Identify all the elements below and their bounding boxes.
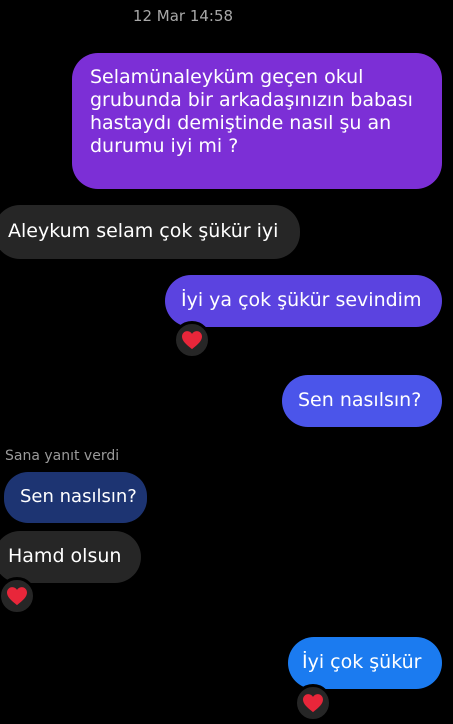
outgoing-message[interactable]: Sen nasılsın?	[282, 375, 442, 427]
heart-reaction[interactable]	[294, 684, 332, 722]
outgoing-message[interactable]: İyi ya çok şükür sevindim	[165, 275, 442, 327]
heart-reaction[interactable]	[173, 321, 211, 359]
quoted-message[interactable]: Sen nasılsın?	[4, 472, 147, 523]
red-heart-icon	[303, 694, 323, 713]
incoming-message[interactable]: Aleykum selam çok şükür iyi	[0, 205, 300, 259]
outgoing-message[interactable]: Selamünaleyküm geçen okul grubunda bir a…	[72, 53, 442, 189]
red-heart-icon	[182, 331, 202, 350]
red-heart-icon	[7, 587, 27, 606]
heart-reaction[interactable]	[0, 577, 36, 615]
outgoing-message[interactable]: İyi çok şükür	[288, 637, 442, 689]
incoming-message[interactable]: Hamd olsun	[0, 531, 141, 583]
message-timestamp: 12 Mar 14:58	[132, 7, 234, 25]
reply-caption: Sana yanıt verdi	[5, 448, 120, 464]
